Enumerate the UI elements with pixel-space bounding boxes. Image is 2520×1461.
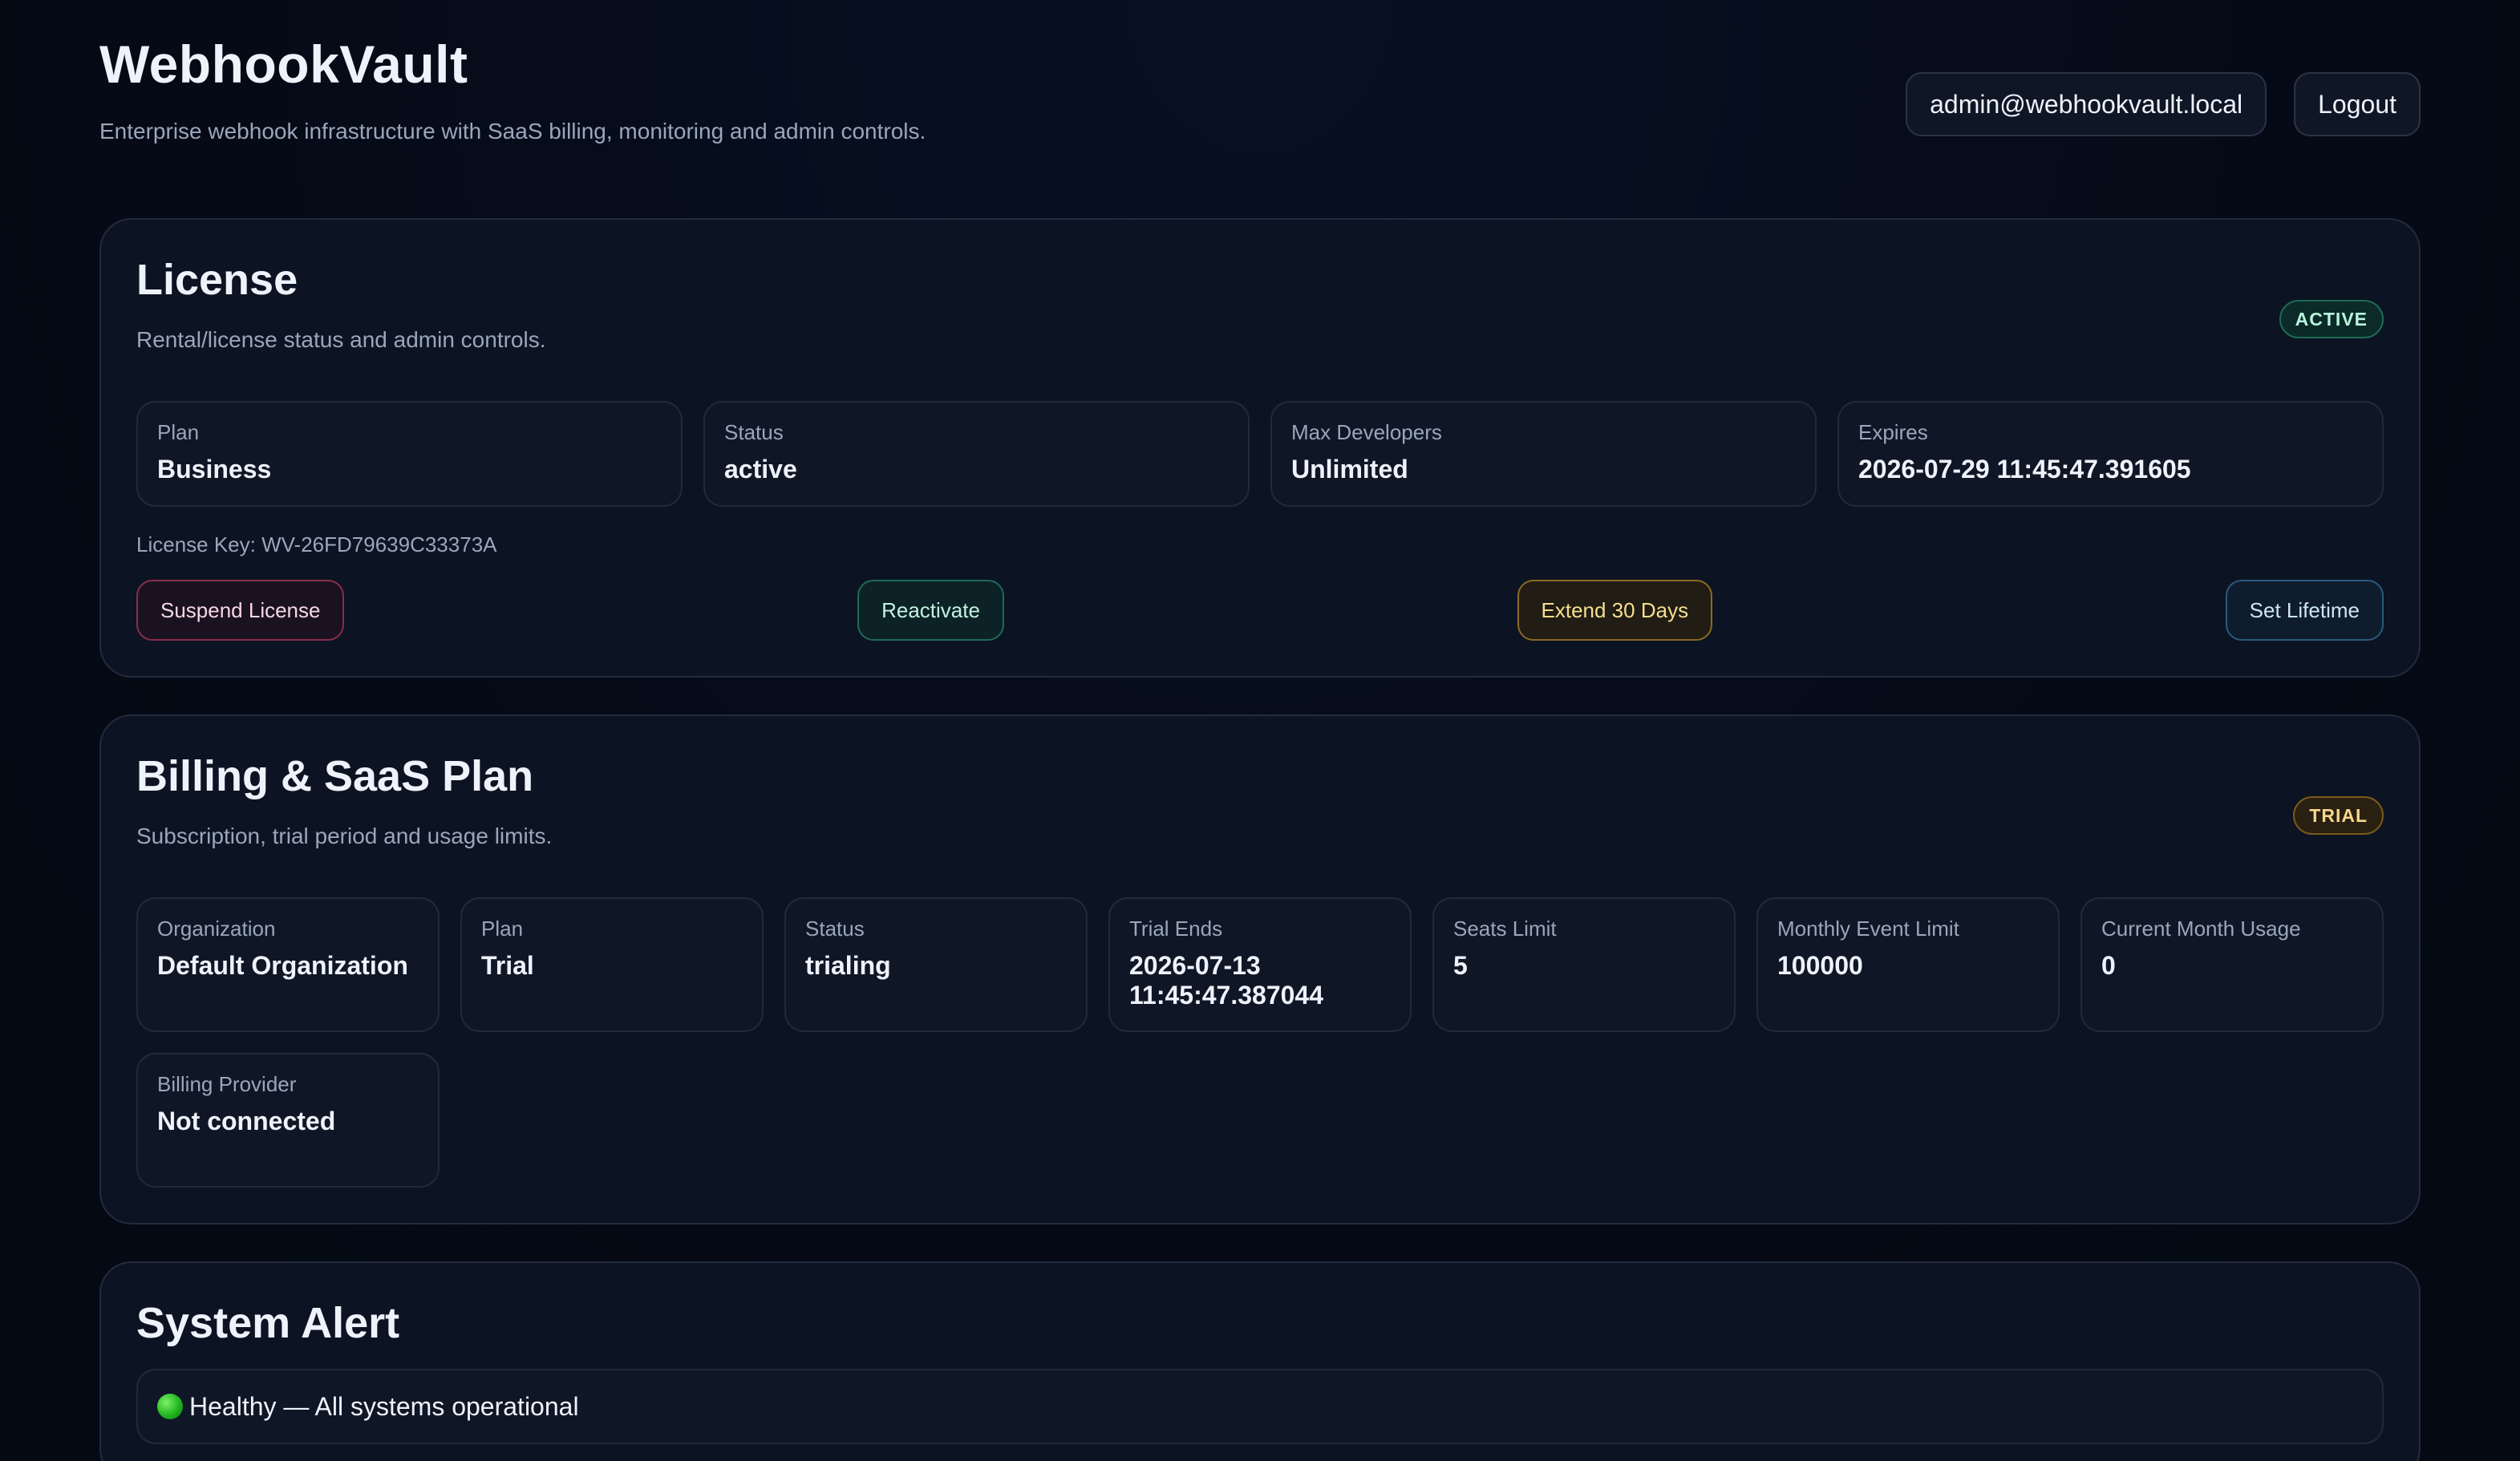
license-key: License Key: WV-26FD79639C33373A bbox=[136, 532, 497, 557]
billing-stat-plan: Plan Trial bbox=[460, 897, 764, 1033]
billing-description: Subscription, trial period and usage lim… bbox=[136, 824, 553, 849]
stat-label: Status bbox=[724, 420, 784, 445]
stat-label: Expires bbox=[1858, 420, 1928, 445]
billing-card: Billing & SaaS Plan Subscription, trial … bbox=[99, 714, 2421, 1225]
stat-label: Status bbox=[805, 917, 865, 941]
stat-label: Max Developers bbox=[1291, 420, 1442, 445]
stat-value: 0 bbox=[2101, 951, 2116, 981]
system-alert-message-box: Healthy — All systems operational bbox=[136, 1369, 2384, 1445]
billing-stat-monthly-event-limit: Monthly Event Limit 100000 bbox=[1756, 897, 2060, 1033]
suspend-license-button[interactable]: Suspend License bbox=[136, 580, 345, 641]
stat-value: 2026-07-29 11:45:47.391605 bbox=[1858, 455, 2191, 484]
license-stat-status: Status active bbox=[703, 401, 1250, 508]
stat-label: Seats Limit bbox=[1453, 917, 1557, 941]
billing-stat-status: Status trialing bbox=[784, 897, 1088, 1033]
stat-label: Plan bbox=[481, 917, 524, 941]
system-alert-card: System Alert Healthy — All systems opera… bbox=[99, 1261, 2421, 1461]
system-alert-message: Healthy — All systems operational bbox=[189, 1391, 579, 1421]
billing-stat-seats-limit: Seats Limit 5 bbox=[1432, 897, 1736, 1033]
stat-label: Plan bbox=[157, 420, 200, 445]
stat-value: active bbox=[724, 455, 797, 484]
extend-30-days-button[interactable]: Extend 30 Days bbox=[1517, 580, 1713, 641]
license-status-badge: ACTIVE bbox=[2279, 300, 2384, 338]
license-stat-plan: Plan Business bbox=[136, 401, 683, 508]
stat-value: Trial bbox=[481, 951, 534, 981]
stat-value: Not connected bbox=[157, 1107, 336, 1136]
stat-label: Organization bbox=[157, 917, 276, 941]
billing-stat-organization: Organization Default Organization bbox=[136, 897, 440, 1033]
license-actions: Suspend License Reactivate Extend 30 Day… bbox=[136, 580, 2384, 641]
stat-label: Trial Ends bbox=[1129, 917, 1223, 941]
app-title: WebhookVault bbox=[99, 34, 468, 94]
set-lifetime-button[interactable]: Set Lifetime bbox=[2225, 580, 2384, 641]
stat-value: Business bbox=[157, 455, 272, 484]
stat-value: trialing bbox=[805, 951, 891, 981]
stat-value: Default Organization bbox=[157, 951, 408, 981]
license-stat-expires: Expires 2026-07-29 11:45:47.391605 bbox=[1837, 401, 2384, 508]
logout-button[interactable]: Logout bbox=[2294, 72, 2421, 136]
system-alert-title: System Alert bbox=[136, 1299, 400, 1348]
stat-label: Monthly Event Limit bbox=[1777, 917, 1959, 941]
stat-value: 5 bbox=[1453, 951, 1468, 981]
license-description: Rental/license status and admin controls… bbox=[136, 327, 546, 353]
page: WebhookVault Enterprise webhook infrastr… bbox=[0, 0, 2520, 1461]
stat-value: 2026-07-13 11:45:47.387044 bbox=[1129, 951, 1323, 1010]
billing-stat-billing-provider: Billing Provider Not connected bbox=[136, 1053, 440, 1188]
billing-stats: Organization Default Organization Plan T… bbox=[136, 897, 2384, 1188]
license-stats: Plan Business Status active Max Develope… bbox=[136, 401, 2384, 508]
stat-label: Billing Provider bbox=[157, 1072, 297, 1097]
header-actions: admin@webhookvault.local Logout bbox=[1906, 72, 2421, 136]
billing-stat-current-month-usage: Current Month Usage 0 bbox=[2080, 897, 2384, 1033]
status-healthy-icon bbox=[157, 1394, 183, 1420]
reactivate-button[interactable]: Reactivate bbox=[857, 580, 1004, 641]
user-account-button[interactable]: admin@webhookvault.local bbox=[1906, 72, 2267, 136]
license-stat-max-developers: Max Developers Unlimited bbox=[1270, 401, 1817, 508]
app-header: WebhookVault Enterprise webhook infrastr… bbox=[99, 0, 2421, 218]
license-card: License Rental/license status and admin … bbox=[99, 218, 2421, 678]
billing-title: Billing & SaaS Plan bbox=[136, 752, 534, 801]
stat-label: Current Month Usage bbox=[2101, 917, 2301, 941]
billing-status-badge: TRIAL bbox=[2293, 796, 2384, 836]
stat-value: Unlimited bbox=[1291, 455, 1408, 484]
app-subtitle: Enterprise webhook infrastructure with S… bbox=[99, 119, 926, 144]
stat-value: 100000 bbox=[1777, 951, 1863, 981]
license-title: License bbox=[136, 256, 298, 304]
billing-stat-trial-ends: Trial Ends 2026-07-13 11:45:47.387044 bbox=[1108, 897, 1412, 1033]
